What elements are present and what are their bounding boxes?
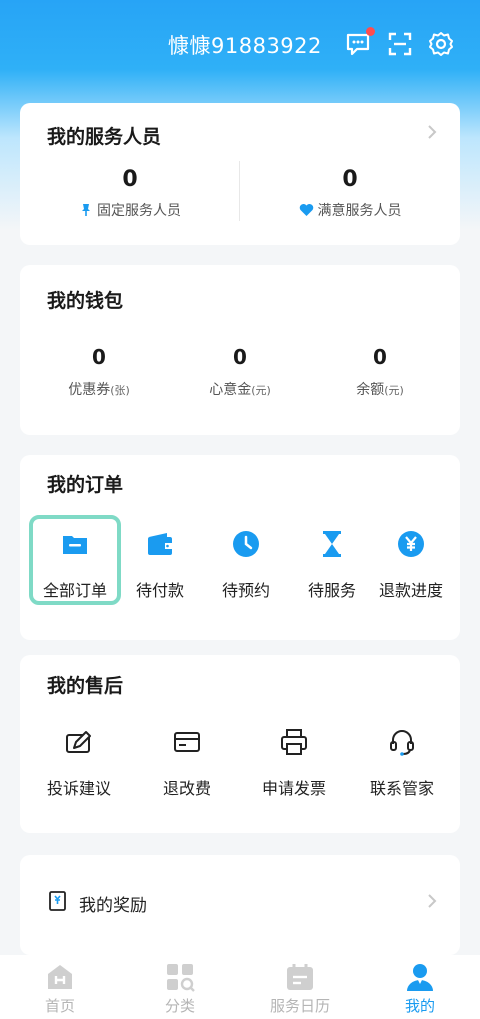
wallet-title: 我的钱包	[47, 290, 124, 312]
satisfied-staff-count: 0	[342, 167, 358, 192]
order-tab-pending-payment[interactable]: 待付款	[117, 519, 203, 609]
order-tab-refund-progress-label: 退款进度	[378, 581, 443, 600]
home-icon	[48, 965, 72, 989]
fixed-staff-label: 固定服务人员	[97, 203, 181, 219]
gift-money-stat[interactable]: 0 心意金(元)	[167, 345, 313, 399]
orders-title: 我的订单	[47, 474, 124, 496]
order-tab-pending-payment-label: 待付款	[135, 581, 184, 600]
scan-icon[interactable]	[386, 30, 414, 58]
gift-money-label: 心意金	[209, 382, 252, 398]
service-staff-card[interactable]: 我的服务人员 0 固定服务人员 0 满意服务人员	[20, 103, 460, 245]
hourglass-icon	[323, 531, 341, 557]
receipt-icon	[49, 891, 66, 911]
gear-icon[interactable]	[427, 30, 455, 58]
coupon-count: 0	[92, 345, 106, 369]
wallet-icon	[148, 533, 172, 555]
contact-butler-label: 联系管家	[369, 779, 434, 798]
notification-dot	[366, 27, 375, 36]
yen-icon	[398, 531, 424, 557]
clock-icon	[233, 531, 259, 557]
pin-icon	[82, 204, 90, 216]
after-sales-title: 我的售后	[47, 675, 124, 697]
request-invoice[interactable]: 申请发票	[239, 727, 349, 799]
order-tab-pending-booking[interactable]: 待预约	[203, 519, 289, 609]
balance-unit: (元)	[384, 384, 404, 397]
complaint-suggestion[interactable]: 投诉建议	[24, 727, 134, 799]
bottom-nav: 首页 分类 服务日历 我的	[0, 955, 480, 1019]
nav-home-label: 首页	[44, 997, 75, 1015]
user-icon	[407, 964, 433, 991]
request-invoice-label: 申请发票	[261, 779, 326, 798]
edit-icon	[66, 731, 91, 753]
satisfied-staff-stat[interactable]: 0 满意服务人员	[240, 167, 460, 220]
order-tab-pending-service-label: 待服务	[307, 581, 356, 600]
balance-count: 0	[373, 345, 387, 369]
card-icon	[174, 732, 200, 752]
my-reward-row[interactable]: 我的奖励	[20, 855, 460, 955]
gift-money-unit: (元)	[251, 384, 271, 397]
refund-change-fee[interactable]: 退改费	[132, 727, 242, 799]
gift-money-count: 0	[233, 345, 247, 369]
order-tab-all-label: 全部订单	[42, 581, 107, 600]
coupon-label: 优惠券	[68, 382, 111, 398]
contact-butler[interactable]: 联系管家	[347, 727, 457, 799]
heart-icon	[299, 204, 313, 216]
nav-mine-label: 我的	[404, 997, 435, 1015]
nav-category[interactable]: 分类	[120, 961, 240, 1016]
balance-label: 余额	[356, 382, 385, 398]
coupon-unit: (张)	[110, 384, 130, 397]
nav-home[interactable]: 首页	[0, 961, 120, 1016]
balance-stat[interactable]: 0 余额(元)	[307, 345, 453, 399]
complaint-suggestion-label: 投诉建议	[46, 779, 111, 798]
after-sales-card: 我的售后 投诉建议 退改费 申请发票 联系管家	[20, 655, 460, 833]
order-tab-refund-progress[interactable]: 退款进度	[368, 519, 454, 609]
calendar-icon	[287, 964, 313, 990]
satisfied-staff-label: 满意服务人员	[317, 203, 402, 219]
service-staff-title: 我的服务人员	[47, 126, 162, 148]
coupon-stat[interactable]: 0 优惠券(张)	[26, 345, 172, 399]
chevron-right-icon	[428, 894, 437, 908]
chevron-right-icon[interactable]	[426, 123, 438, 141]
headset-icon	[390, 730, 414, 756]
folder-icon	[63, 536, 87, 554]
order-tab-all[interactable]: 全部订单	[29, 515, 121, 609]
nav-service-calendar[interactable]: 服务日历	[240, 961, 360, 1016]
orders-card: 我的订单 全部订单 待付款 待预约 待服务 退款进度	[20, 455, 460, 640]
category-icon	[167, 964, 195, 992]
nav-service-calendar-label: 服务日历	[269, 997, 330, 1015]
my-reward-label: 我的奖励	[79, 896, 147, 916]
order-tab-pending-service[interactable]: 待服务	[289, 519, 375, 609]
nav-category-label: 分类	[164, 997, 195, 1015]
fixed-staff-count: 0	[122, 167, 138, 192]
printer-icon	[281, 729, 307, 755]
fixed-staff-stat[interactable]: 0 固定服务人员	[20, 167, 240, 220]
refund-change-fee-label: 退改费	[162, 779, 211, 798]
order-tab-pending-booking-label: 待预约	[221, 581, 270, 600]
top-bar: 慷慷91883922	[0, 20, 480, 66]
nav-mine[interactable]: 我的	[360, 961, 480, 1016]
wallet-card: 我的钱包 0 优惠券(张) 0 心意金(元) 0 余额(元)	[20, 265, 460, 435]
username[interactable]: 慷慷91883922	[168, 30, 322, 60]
